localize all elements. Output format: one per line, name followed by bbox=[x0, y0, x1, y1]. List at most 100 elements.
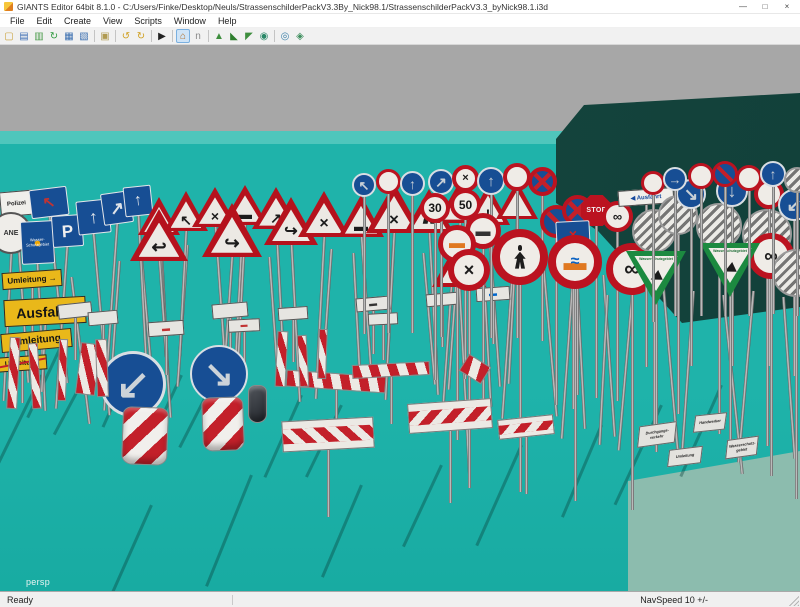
sign-circ: 30 bbox=[420, 193, 450, 223]
sign-pole bbox=[411, 193, 414, 333]
sign-text: Wasserschutz- gebiet bbox=[727, 441, 758, 454]
sign-gtri: Wasserschutzgebiet► bbox=[700, 243, 760, 297]
export-icon[interactable]: ▧ bbox=[77, 29, 91, 43]
sign-symbol: ↪ bbox=[202, 234, 262, 252]
sign-circ: × bbox=[452, 165, 479, 192]
menu-item-help[interactable]: Help bbox=[212, 14, 243, 27]
terrain-detail-icon[interactable]: ◈ bbox=[293, 29, 307, 43]
interactive-placement-icon[interactable]: ⌂ bbox=[176, 29, 190, 43]
sign-post bbox=[95, 339, 109, 397]
sign-pole bbox=[382, 322, 385, 360]
sign-symbol: ▬ bbox=[240, 322, 247, 329]
sign-pole bbox=[165, 333, 168, 375]
sign-plate: ▬ bbox=[148, 320, 185, 337]
sign-text: Polizei bbox=[7, 200, 26, 208]
window-title: GIANTS Editor 64bit 8.1.0 - C:/Users/Fin… bbox=[17, 2, 732, 12]
undo-icon[interactable]: ↺ bbox=[119, 29, 133, 43]
sign-symbol: → bbox=[669, 173, 682, 186]
import-icon[interactable]: ▥ bbox=[32, 29, 46, 43]
menu-item-scripts[interactable]: Scripts bbox=[128, 14, 168, 27]
close-button[interactable]: × bbox=[776, 0, 798, 13]
sign-pole bbox=[772, 184, 775, 314]
new-file-icon[interactable]: ▢ bbox=[2, 29, 16, 43]
menu-item-file[interactable]: File bbox=[4, 14, 31, 27]
sign-pole bbox=[519, 282, 522, 492]
sign-bcirc: ↑ bbox=[760, 161, 786, 187]
sign-symbol: ↗ bbox=[109, 199, 125, 218]
sign-tri: ↪ bbox=[202, 203, 262, 257]
open-file-icon[interactable]: ▤ bbox=[17, 29, 31, 43]
sign-pole bbox=[574, 286, 577, 501]
sign-npark bbox=[528, 167, 557, 196]
maximize-button[interactable]: □ bbox=[754, 0, 776, 13]
sign-text: 50 bbox=[459, 199, 472, 211]
sign-pole bbox=[327, 447, 330, 517]
menu-item-create[interactable]: Create bbox=[58, 14, 97, 27]
sign-plate bbox=[211, 301, 248, 319]
sign-bcirc: ↗ bbox=[428, 169, 454, 195]
sign-pole bbox=[795, 294, 798, 499]
terrain-foliage-icon[interactable]: ◉ bbox=[257, 29, 271, 43]
sign-symbol: ↩ bbox=[130, 238, 188, 256]
sign-text: Umleitung bbox=[669, 452, 701, 460]
minimize-button[interactable]: — bbox=[732, 0, 754, 13]
sign-chevR bbox=[407, 398, 493, 434]
sign-text: Wasser- Schutzgebiet bbox=[26, 238, 50, 248]
reload-icon[interactable]: ↻ bbox=[47, 29, 61, 43]
redo-icon[interactable]: ↻ bbox=[134, 29, 148, 43]
sign-symbol: ↑ bbox=[487, 174, 495, 189]
sign-circ bbox=[503, 163, 531, 191]
terrain-sculpt-icon[interactable]: ▲ bbox=[212, 29, 226, 43]
terrain-info-icon[interactable]: ◎ bbox=[278, 29, 292, 43]
viewport-3d[interactable]: Polizei↖ANE●Wasser- SchutzgebietP↑↗↑Umle… bbox=[0, 45, 800, 591]
sign-pole bbox=[700, 186, 703, 316]
sign-pole bbox=[449, 428, 452, 503]
sign-plate bbox=[87, 310, 118, 327]
chevron-bottom bbox=[409, 406, 492, 426]
menu-item-edit[interactable]: Edit bbox=[31, 14, 59, 27]
sign-pole bbox=[690, 206, 693, 366]
terrain-paint-icon[interactable]: ◤ bbox=[242, 29, 256, 43]
resize-grip-icon[interactable] bbox=[789, 596, 799, 606]
sign-pole bbox=[434, 220, 437, 380]
sign-pole bbox=[363, 194, 366, 334]
sign-pole bbox=[748, 188, 751, 316]
giants-editor-logo-icon bbox=[4, 2, 13, 11]
sign-symbol: ↖ bbox=[359, 179, 370, 192]
sign-text: ANE bbox=[4, 230, 19, 237]
chevron-bottom bbox=[283, 425, 374, 444]
sign-circ bbox=[688, 163, 714, 189]
sign-symbol: × bbox=[462, 173, 468, 184]
sign-symbol: ▬ bbox=[476, 224, 491, 239]
sign-pole bbox=[729, 294, 732, 444]
sign-circ bbox=[641, 171, 665, 195]
sign-npark bbox=[712, 161, 738, 187]
export-selection-icon[interactable]: ▣ bbox=[98, 29, 112, 43]
sign-text: 30 bbox=[428, 202, 441, 214]
play-icon[interactable]: ▶ bbox=[155, 29, 169, 43]
sign-symbol: × bbox=[464, 261, 475, 279]
sign-bcirc: ↑ bbox=[477, 167, 505, 195]
sign-circ bbox=[376, 169, 401, 194]
menu-bar: FileEditCreateViewScriptsWindowHelp bbox=[0, 14, 800, 28]
toolbar-separator bbox=[172, 30, 173, 42]
sign-symbol: ≈ bbox=[571, 254, 580, 270]
snapping-icon[interactable]: n bbox=[191, 29, 205, 43]
window-controls: —□× bbox=[732, 0, 798, 13]
sign-plate: ▬ bbox=[228, 318, 261, 333]
terrain-smooth-icon[interactable]: ◣ bbox=[227, 29, 241, 43]
sign-symbol: ↗ bbox=[435, 175, 447, 189]
sign-symbol: ∞ bbox=[613, 210, 622, 223]
toolbar-separator bbox=[151, 30, 152, 42]
sign-circ: × bbox=[448, 249, 490, 291]
sign-bcirc: ↑ bbox=[400, 171, 425, 196]
person-symbol bbox=[513, 245, 527, 268]
sign-text: Handwerker bbox=[695, 419, 725, 427]
menu-item-view[interactable]: View bbox=[97, 14, 128, 27]
sign-bcirc: ↖ bbox=[352, 173, 376, 197]
sign-symbol: ↑ bbox=[88, 208, 99, 227]
chevron-bottom bbox=[499, 420, 554, 435]
menu-item-window[interactable]: Window bbox=[168, 14, 212, 27]
save-icon[interactable]: ▦ bbox=[62, 29, 76, 43]
sign-plate bbox=[278, 306, 309, 321]
